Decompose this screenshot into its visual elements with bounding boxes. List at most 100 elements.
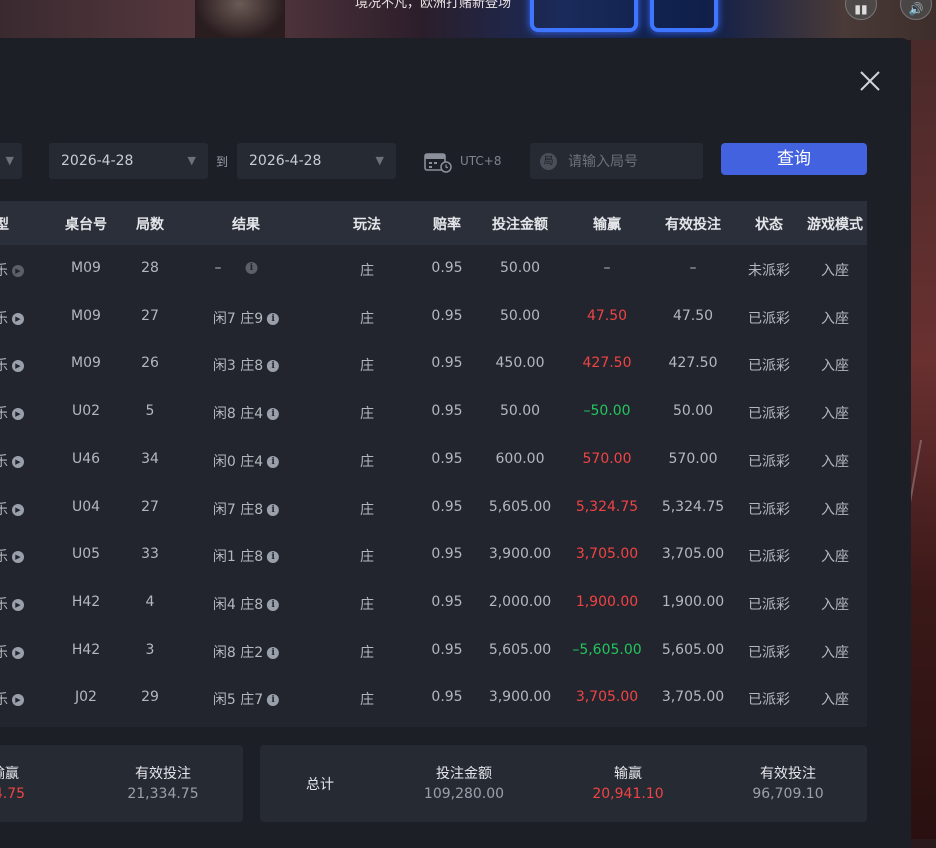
calendar-timezone-icon[interactable]	[424, 151, 452, 173]
table-row[interactable]: 家乐▶ J02 29 闲5 庄7i 庄 0.95 3,900.00 3,705.00 3,705…	[0, 674, 867, 722]
col-header-mode: 游戏模式	[807, 217, 863, 233]
play-replay-icon[interactable]: ▶	[12, 408, 24, 421]
cell-mode: 入座	[821, 692, 849, 709]
cell-table-no: M09	[71, 260, 101, 276]
cell-status: 已派彩	[748, 549, 790, 566]
cell-type: 家乐▶	[0, 308, 24, 328]
round-badge-icon: 局	[540, 153, 557, 170]
cell-table-no: M09	[71, 307, 101, 324]
video-toggle-icon[interactable]: ▮▮	[845, 0, 877, 20]
live-video-background: 境况不凡，欧洲打赌新登场 ▮▮ 🔊	[0, 0, 936, 40]
cell-odds: 0.95	[431, 450, 463, 467]
cell-odds: 0.95	[431, 641, 463, 658]
table-row[interactable]: 家乐▶ M09 28 –i 庄 0.95 50.00 – – 未派彩 入座	[0, 245, 867, 293]
play-replay-icon[interactable]: ▶	[12, 455, 24, 468]
round-number-input[interactable]	[566, 143, 700, 181]
cell-valid-bet: 427.50	[668, 355, 718, 372]
live-video-background-edge	[905, 40, 936, 839]
cell-mode: 入座	[821, 453, 849, 470]
cell-table-no: H42	[71, 593, 101, 610]
cell-valid-bet: 47.50	[672, 307, 714, 324]
query-button[interactable]: 查询	[721, 143, 867, 175]
date-range-to-label: 到	[216, 155, 229, 169]
cell-type: 家乐▶	[0, 642, 24, 662]
result-info-icon[interactable]: i	[267, 551, 280, 564]
table-row[interactable]: 家乐▶ H42 4 闲4 庄8i 庄 0.95 2,000.00 1,900.00 1,900.…	[0, 579, 867, 627]
cell-bet: 5,605.00	[488, 498, 552, 515]
bet-history-table: 型 桌台号 局数 结果 玩法 赔率 投注金额 输赢 有效投注 状态 游戏模式 家…	[0, 201, 867, 727]
play-replay-icon[interactable]: ▶	[12, 360, 24, 373]
cell-mode: 入座	[821, 310, 849, 327]
result-info-icon[interactable]: i	[267, 646, 280, 659]
cell-odds: 0.95	[431, 498, 463, 515]
cell-winloss: 5,324.75	[575, 498, 639, 515]
cell-play: 庄	[360, 406, 374, 423]
chevron-down-icon: ▼	[375, 154, 384, 167]
table-row[interactable]: 家乐▶ M09 27 闲7 庄9i 庄 0.95 50.00 47.50 47.50 已派彩 入座	[0, 293, 867, 341]
result-info-icon[interactable]: i	[267, 598, 280, 611]
table-row[interactable]: 家乐▶ U02 5 闲8 庄4i 庄 0.95 50.00 –50.00 50.00 已派彩 入座	[0, 388, 867, 436]
game-type-select[interactable]: ▼	[0, 143, 22, 179]
table-row[interactable]: 家乐▶ U05 33 闲1 庄8i 庄 0.95 3,900.00 3,705.00 3,705…	[0, 531, 867, 579]
result-info-icon[interactable]: i	[267, 312, 280, 325]
cell-winloss: 427.50	[582, 355, 632, 372]
result-info-icon[interactable]: i	[267, 503, 280, 516]
scrolling-notice: 境况不凡，欧洲打赌新登场	[355, 0, 512, 11]
cell-result: 闲1 庄8 i	[213, 546, 280, 566]
play-replay-icon[interactable]: ▶	[12, 551, 24, 564]
play-replay-icon[interactable]: ▶	[12, 646, 24, 659]
sound-icon[interactable]: 🔊	[900, 0, 932, 20]
date-to-select[interactable]: 2026-4-28 ▼	[237, 143, 396, 179]
cell-result: 闲8 庄2 i	[213, 642, 280, 662]
date-from-select[interactable]: 2026-4-28 ▼	[49, 143, 208, 179]
result-info-icon[interactable]: i	[267, 360, 280, 373]
total-summary-card: 总计 投注金额 109,280.00 输赢 20,941.10 有效投注 96,…	[260, 745, 867, 822]
play-replay-icon[interactable]: ▶	[12, 598, 24, 611]
cell-bet: 50.00	[499, 260, 541, 276]
cell-type: 家乐▶	[0, 546, 24, 566]
play-replay-icon[interactable]: ▶	[12, 265, 24, 277]
table-row[interactable]: 家乐▶ U04 27 闲7 庄8i 庄 0.95 5,605.00 5,324.75 5,324…	[0, 484, 867, 532]
cell-type: 家乐▶	[0, 260, 24, 280]
table-row[interactable]: 家乐▶ U46 34 闲0 庄4i 庄 0.95 600.00 570.00 570.00 已派彩…	[0, 436, 867, 484]
play-replay-icon[interactable]: ▶	[12, 312, 24, 325]
cell-play: 庄	[360, 263, 374, 279]
result-info-icon[interactable]: i	[245, 262, 258, 274]
table-row[interactable]: 家乐▶ H42 3 闲8 庄2i 庄 0.95 5,605.00 –5,605.00 5,605…	[0, 627, 867, 675]
col-header-play: 玩法	[353, 217, 381, 233]
cell-status: 已派彩	[748, 644, 790, 661]
col-header-result: 结果	[232, 217, 260, 233]
cell-mode: 入座	[821, 358, 849, 375]
total-bet-label: 投注金额	[436, 766, 492, 782]
cell-winloss: 1,900.00	[575, 593, 639, 610]
play-replay-icon[interactable]: ▶	[12, 503, 24, 516]
col-header-status: 状态	[755, 217, 783, 233]
cell-winloss: 570.00	[582, 450, 632, 467]
result-info-icon[interactable]: i	[267, 408, 280, 421]
cell-type: 家乐▶	[0, 355, 24, 375]
cell-winloss: 3,705.00	[575, 689, 639, 706]
cell-play: 庄	[360, 549, 374, 566]
cell-odds: 0.95	[431, 260, 463, 276]
neon-decoration	[650, 0, 718, 32]
result-info-icon[interactable]: i	[267, 455, 280, 468]
total-bet-value: 109,280.00	[423, 786, 505, 802]
total-title: 总计	[306, 777, 334, 793]
cell-round: 4	[145, 593, 155, 610]
result-info-icon[interactable]: i	[267, 694, 280, 707]
close-icon[interactable]	[858, 69, 882, 93]
cell-winloss: –5,605.00	[572, 641, 642, 658]
cell-bet: 600.00	[495, 450, 545, 467]
page-valid-bet-label: 有效投注	[135, 766, 191, 782]
play-replay-icon[interactable]: ▶	[12, 694, 24, 707]
cell-result: 闲3 庄8 i	[213, 355, 280, 375]
cell-play: 庄	[360, 501, 374, 518]
cell-valid-bet: 50.00	[672, 403, 714, 420]
cell-status: 已派彩	[748, 501, 790, 518]
table-row[interactable]: 家乐▶ M09 26 闲3 庄8i 庄 0.95 450.00 427.50 427.50 已派彩…	[0, 340, 867, 388]
page-valid-bet-value: 21,334.75	[127, 786, 199, 802]
cell-round: 29	[141, 689, 159, 706]
round-number-field[interactable]: 局	[530, 143, 703, 181]
col-header-type: 型	[0, 217, 9, 233]
cell-mode: 入座	[821, 596, 849, 613]
